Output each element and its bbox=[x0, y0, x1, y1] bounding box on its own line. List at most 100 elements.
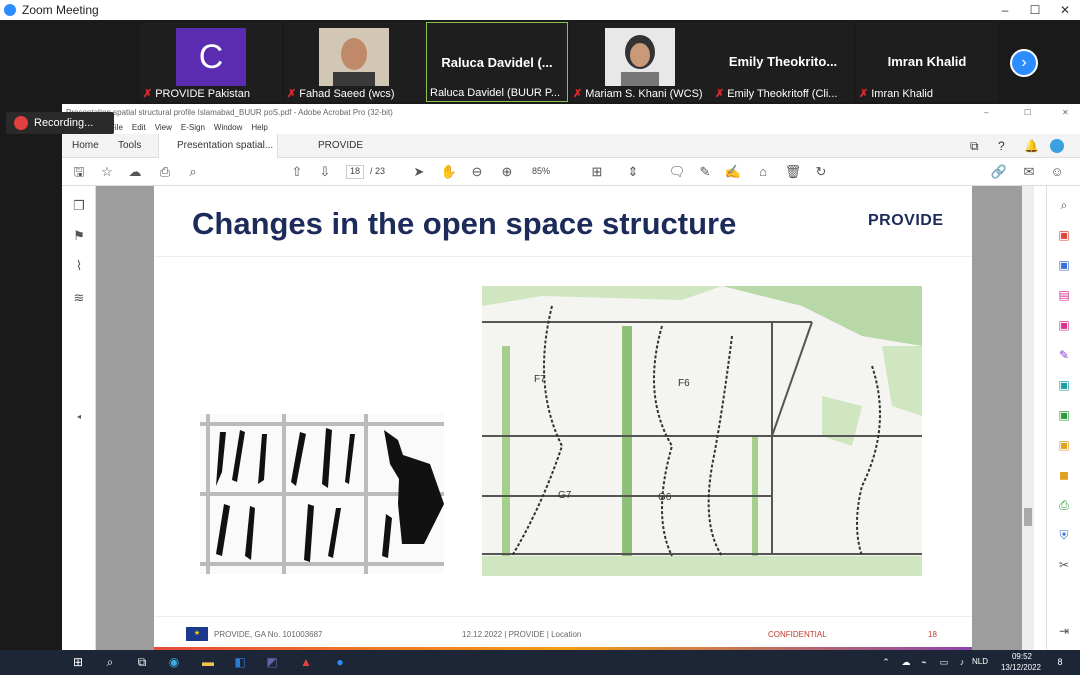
profile-icon[interactable] bbox=[1050, 139, 1064, 153]
minimize-icon[interactable]: – bbox=[990, 0, 1020, 20]
record-icon bbox=[14, 116, 28, 130]
protect-icon[interactable]: ⛨ bbox=[1055, 526, 1073, 544]
tab-provide[interactable]: PROVIDE bbox=[318, 134, 363, 158]
participant-tile-raluca[interactable]: Raluca Davidel (... Raluca Davidel (BUUR… bbox=[426, 22, 568, 102]
zoom-app-icon[interactable]: ● bbox=[330, 653, 350, 672]
windows-start-icon[interactable]: ⊞ bbox=[68, 653, 88, 672]
link-icon[interactable]: 🔗 bbox=[990, 163, 1008, 181]
menu-esign[interactable]: E-Sign bbox=[181, 123, 205, 132]
hand-icon[interactable]: ✋ bbox=[440, 163, 458, 181]
notification-icon[interactable]: 8 bbox=[1050, 653, 1070, 672]
print-production-icon[interactable]: ⎙ bbox=[1055, 496, 1073, 514]
pages-icon[interactable]: ❐ bbox=[70, 198, 88, 216]
recording-indicator[interactable]: Recording... bbox=[6, 112, 114, 134]
scroll-thumb[interactable] bbox=[1024, 508, 1032, 526]
avatar: C bbox=[176, 28, 246, 86]
next-participants-button[interactable]: › bbox=[1010, 49, 1038, 77]
edge-icon[interactable]: ◉ bbox=[164, 653, 184, 672]
print-icon[interactable]: ⎙ bbox=[156, 163, 174, 181]
share-icon[interactable]: ⧉ bbox=[970, 134, 979, 158]
organize-pages-icon[interactable]: ▤ bbox=[1055, 286, 1073, 304]
comment-icon[interactable]: 🗨 bbox=[668, 163, 686, 181]
scrollbar[interactable] bbox=[1022, 186, 1034, 650]
zoom-level[interactable]: 85% bbox=[532, 166, 550, 176]
outlook-icon[interactable]: ◧ bbox=[230, 653, 250, 672]
battery-icon[interactable]: ▭ bbox=[934, 653, 954, 672]
attachment-icon[interactable]: ⌇ bbox=[70, 258, 88, 276]
participant-tile-emily[interactable]: Emily Theokrito... ✗ Emily Theokritoff (C… bbox=[712, 22, 854, 102]
sign-icon[interactable]: ✍ bbox=[724, 163, 742, 181]
participant-tile-imran[interactable]: Imran Khalid ✗ Imran Khalid bbox=[856, 22, 998, 102]
close-icon[interactable]: ✕ bbox=[1062, 108, 1069, 117]
maximize-icon[interactable]: ☐ bbox=[1020, 0, 1050, 20]
star-icon[interactable]: ☆ bbox=[98, 163, 116, 181]
create-pdf-icon[interactable]: ▣ bbox=[1055, 226, 1073, 244]
stamp-icon[interactable]: ⌂ bbox=[754, 163, 772, 181]
expand-left-icon[interactable]: ◂ bbox=[70, 412, 88, 430]
tray-chevron-icon[interactable]: ⌃ bbox=[876, 653, 896, 672]
footer-confidential: CONFIDENTIAL bbox=[768, 630, 827, 639]
scroll-mode-icon[interactable]: ⇕ bbox=[624, 163, 642, 181]
menu-help[interactable]: Help bbox=[251, 123, 267, 132]
zoom-tool-icon[interactable]: ⌕ bbox=[1055, 196, 1073, 214]
map-label-f6: F6 bbox=[678, 378, 690, 389]
mail-icon[interactable]: ✉ bbox=[1020, 163, 1038, 181]
export-pdf-icon[interactable]: ▣ bbox=[1055, 256, 1073, 274]
search-icon[interactable]: ⌕ bbox=[100, 653, 120, 672]
teams-icon[interactable]: ◩ bbox=[262, 653, 282, 672]
onedrive-icon[interactable]: ☁ bbox=[896, 653, 916, 672]
select-arrow-icon[interactable]: ➤ bbox=[410, 163, 428, 181]
tab-home[interactable]: Home bbox=[72, 134, 99, 158]
edit-pdf-icon[interactable]: ▣ bbox=[1055, 316, 1073, 334]
left-rail: ❐ ⚑ ⌇ ≋ ◂ bbox=[62, 186, 96, 650]
close-icon[interactable]: ✕ bbox=[1050, 0, 1080, 20]
tab-document[interactable]: Presentation spatial... ✕ bbox=[158, 134, 278, 175]
task-view-icon[interactable]: ⧉ bbox=[132, 653, 152, 672]
page-number-input[interactable]: 18 bbox=[346, 165, 364, 179]
language-indicator[interactable]: NLD bbox=[972, 657, 988, 666]
minimize-icon[interactable]: – bbox=[984, 108, 988, 117]
delete-icon[interactable]: 🗑 bbox=[784, 163, 802, 181]
pen-icon[interactable]: ✎ bbox=[696, 163, 714, 181]
participant-tile-mariam[interactable]: ✗ Mariam S. Khani (WCS) bbox=[570, 22, 712, 102]
participant-tile-fahad[interactable]: ✗ Fahad Saeed (wcs) bbox=[284, 22, 426, 102]
fit-page-icon[interactable]: ⊞ bbox=[588, 163, 606, 181]
bookmark-icon[interactable]: ⚑ bbox=[70, 228, 88, 246]
save-icon[interactable]: 🖫 bbox=[70, 163, 88, 181]
participant-caption: Raluca Davidel (BUUR P... bbox=[430, 87, 561, 99]
zoom-titlebar: Zoom Meeting – ☐ ✕ bbox=[0, 0, 1080, 20]
collapse-right-icon[interactable]: ⇥ bbox=[1055, 622, 1073, 640]
more-tools-icon[interactable]: ✂ bbox=[1055, 556, 1073, 574]
clock-time[interactable]: 09:52 bbox=[1004, 652, 1040, 661]
maximize-icon[interactable]: ☐ bbox=[1024, 108, 1031, 117]
stamp-tool-icon[interactable]: ◼ bbox=[1055, 466, 1073, 484]
file-explorer-icon[interactable]: ▬ bbox=[198, 653, 218, 672]
tab-tools[interactable]: Tools bbox=[118, 134, 141, 158]
next-page-icon[interactable]: ⇩ bbox=[316, 163, 334, 181]
volume-icon[interactable]: ♪ bbox=[952, 653, 972, 672]
menu-view[interactable]: View bbox=[155, 123, 172, 132]
comment-tool-icon[interactable]: ▣ bbox=[1055, 436, 1073, 454]
layers-icon[interactable]: ≋ bbox=[70, 290, 88, 308]
zoom-in-icon[interactable]: ⊕ bbox=[498, 163, 516, 181]
send-icon[interactable]: ▣ bbox=[1055, 376, 1073, 394]
help-icon[interactable]: ? bbox=[998, 134, 1005, 158]
zoom-out-icon[interactable]: ⊖ bbox=[468, 163, 486, 181]
prev-page-icon[interactable]: ⇧ bbox=[288, 163, 306, 181]
fill-sign-icon[interactable]: ✎ bbox=[1055, 346, 1073, 364]
bell-icon[interactable]: 🔔 bbox=[1024, 134, 1039, 158]
participant-tile-provide[interactable]: C ✗ PROVIDE Pakistan bbox=[140, 22, 282, 102]
compare-icon[interactable]: ▣ bbox=[1055, 406, 1073, 424]
clock-date[interactable]: 13/12/2022 bbox=[996, 663, 1046, 672]
map-label-g7: G7 bbox=[558, 490, 572, 501]
network-icon[interactable]: ⌁ bbox=[914, 653, 934, 672]
zoom-icon bbox=[4, 4, 16, 16]
menu-window[interactable]: Window bbox=[214, 123, 242, 132]
person-photo bbox=[319, 28, 389, 86]
upload-icon[interactable]: ☁ bbox=[126, 163, 144, 181]
search-icon[interactable]: ⌕ bbox=[184, 163, 202, 181]
user-icon[interactable]: ☺ bbox=[1048, 163, 1066, 181]
menu-edit[interactable]: Edit bbox=[132, 123, 146, 132]
rotate-icon[interactable]: ↻ bbox=[812, 163, 830, 181]
acrobat-icon[interactable]: ▲ bbox=[296, 653, 316, 672]
